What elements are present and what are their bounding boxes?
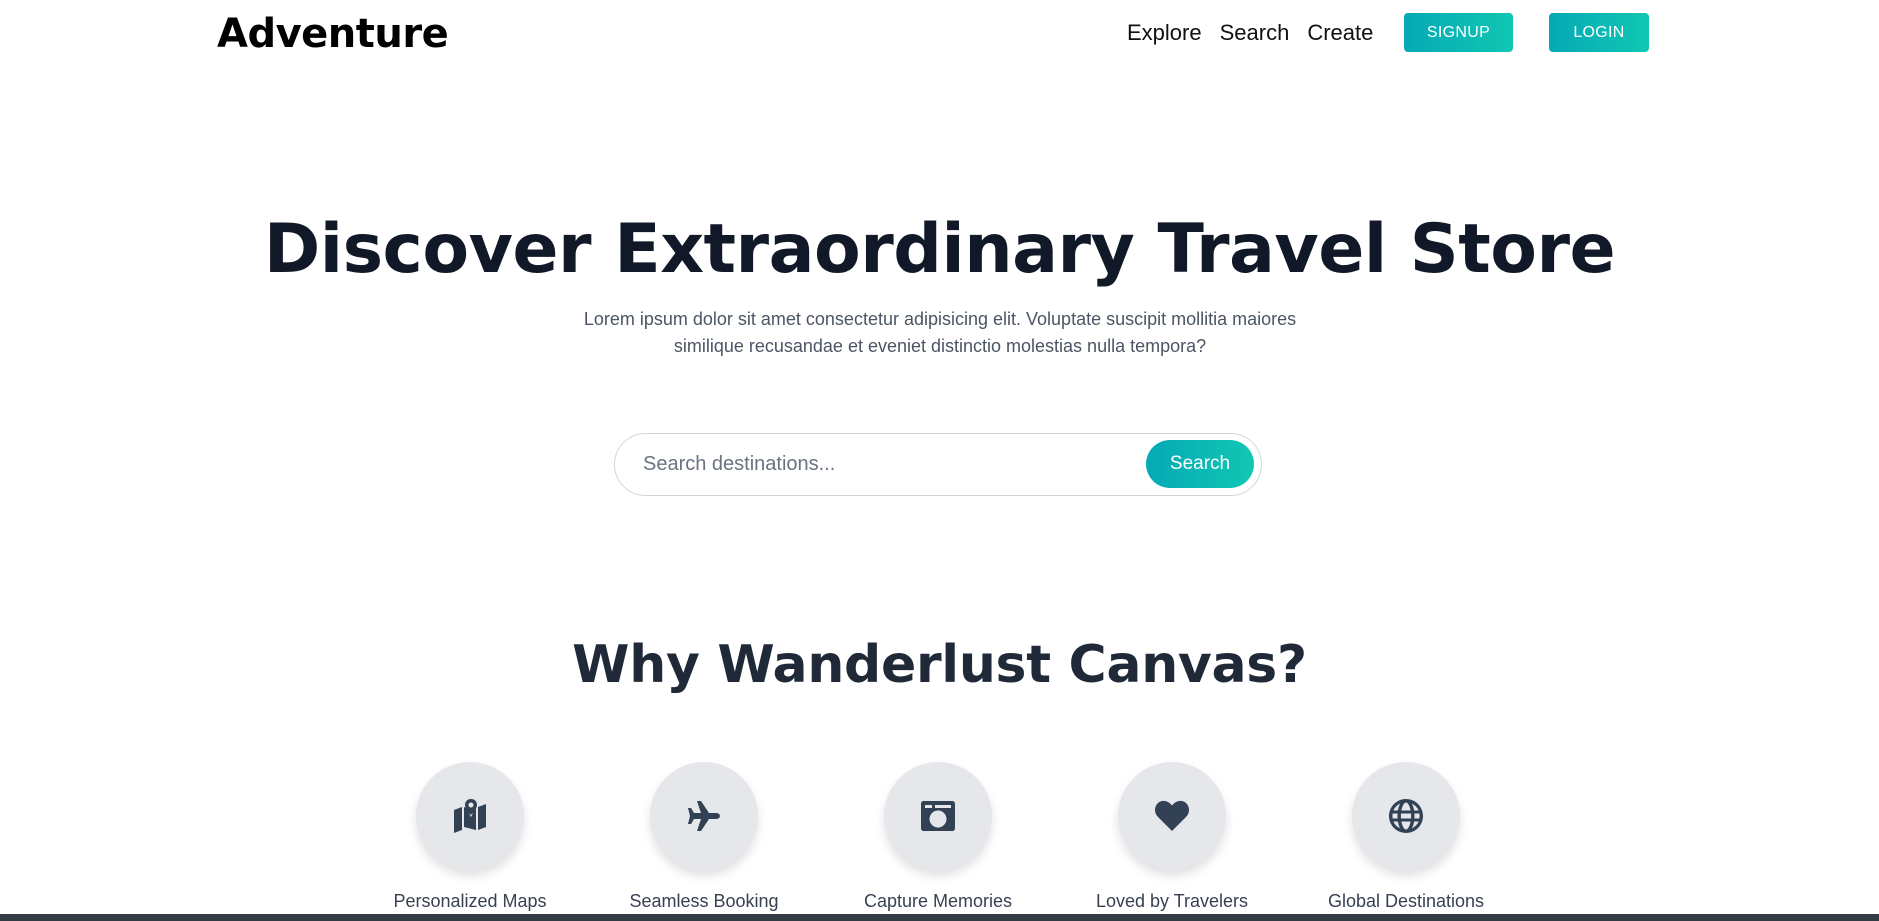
why-section-title: Why Wanderlust Canvas? [572,635,1307,695]
feature-label: Capture Memories [863,891,1013,911]
feature-icon-circle [416,762,524,870]
feature-seamless-booking: Seamless Booking [604,762,804,913]
features-row: Personalized Maps Seamless Booking Captu… [0,762,1879,921]
nav-link-search[interactable]: Search [1220,16,1290,50]
search-button[interactable]: Search [1146,440,1254,488]
airplane-icon [688,801,720,831]
feature-icon-circle [650,762,758,870]
camera-icon [921,801,955,831]
map-location-icon [454,799,486,833]
nav-link-create[interactable]: Create [1307,16,1373,50]
feature-icon-circle [1118,762,1226,870]
feature-icon-circle [1352,762,1460,870]
feature-capture-memories: Capture Memories [838,762,1038,913]
heart-icon [1155,800,1189,831]
nav-links: Explore Search Create [1127,16,1373,50]
feature-loved-by-travelers: Loved by Travelers [1072,762,1272,913]
login-button[interactable]: LOGIN [1549,13,1649,52]
feature-global-destinations: Global Destinations [1306,762,1506,913]
destination-search-bar: Search [614,433,1262,496]
feature-icon-circle [884,762,992,870]
feature-label: Seamless Booking [629,891,779,911]
horizontal-scrollbar[interactable] [0,914,1879,921]
hero-title: Discover Extraordinary Travel Store [263,210,1616,289]
hero-subtitle: Lorem ipsum dolor sit amet consectetur a… [560,306,1320,360]
feature-personalized-maps: Personalized Maps [370,762,570,913]
hero-subtitle-line-1: Lorem ipsum dolor sit amet consectetur a… [583,309,1297,329]
signup-button[interactable]: SIGNUP [1404,13,1513,52]
feature-label: Personalized Maps [393,891,547,911]
nav-link-explore[interactable]: Explore [1127,16,1202,50]
hero-subtitle-line-2: similique recusandae et eveniet distinct… [673,336,1207,356]
globe-icon [1389,799,1423,833]
feature-label: Global Destinations [1327,891,1485,911]
brand-logo[interactable]: Adventure [217,8,449,60]
destination-search-input[interactable] [641,442,1141,487]
top-navbar: Adventure Explore Search Create SIGNUP L… [0,0,1879,66]
feature-label: Loved by Travelers [1095,891,1249,911]
